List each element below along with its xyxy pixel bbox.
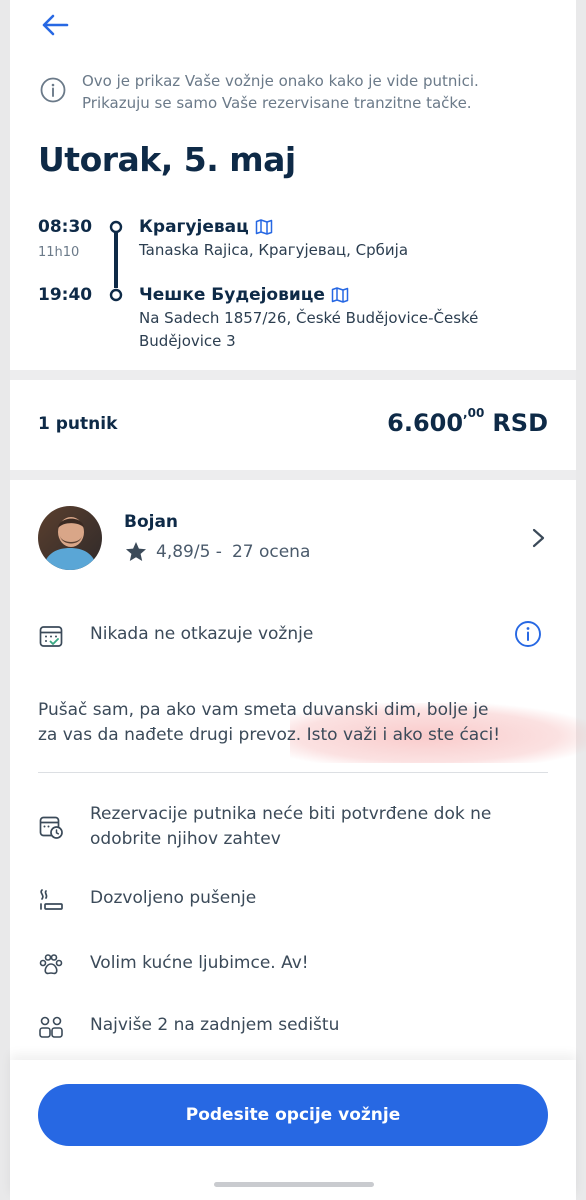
star-icon (126, 542, 146, 561)
price-amount: 6.600 (387, 409, 464, 437)
paw-icon (39, 954, 63, 975)
back-seat-text: Najviše 2 na zadnjem sedištu (90, 1015, 340, 1035)
section-divider (10, 470, 576, 480)
chevron-right-icon (532, 528, 545, 548)
arrival-city: Чешке Будејовице (139, 285, 349, 305)
section-divider (10, 370, 576, 380)
arrival-address-line-2: Budějovice 3 (139, 332, 236, 350)
arrival-time: 19:40 (38, 285, 93, 305)
divider (38, 772, 548, 773)
price-row: 1 putnik 6.600,00 RSD (38, 400, 548, 452)
driver-name: Bojan (124, 512, 179, 532)
pets-row: Volim kućne ljubimce. Av! (38, 951, 548, 978)
pets-text: Volim kućne ljubimce. Av! (90, 953, 309, 973)
approval-required-row: Rezervacije putnika neće biti potvrđene … (38, 802, 548, 852)
driver-rating: 4,89/5 - 27 ocena (124, 540, 310, 564)
two-passengers-icon (39, 1016, 63, 1038)
arrival-city-label: Чешке Будејовице (139, 285, 325, 305)
back-seat-row: Najviše 2 na zadnjem sedištu (38, 1013, 548, 1040)
home-indicator (214, 1182, 374, 1187)
calendar-check-icon (39, 626, 63, 647)
edit-ride-options-button[interactable]: Podesite opcije vožnje (38, 1084, 548, 1146)
smoking-text: Dozvoljeno pušenje (90, 888, 257, 908)
info-text: Ovo je prikaz Vaše vožnje onako kako je … (82, 70, 479, 114)
info-line-1: Ovo je prikaz Vaše vožnje onako kako je … (82, 72, 479, 90)
bio-line-1: Pušač sam, pa ako vam smeta duvanski dim… (38, 700, 489, 720)
trip-date: Utorak, 5. maj (38, 140, 296, 179)
bio-line-2: za vas da nađete drugi prevoz. Isto važi… (38, 725, 501, 745)
info-line-2: Prikazuju se samo Vaše rezervisane tranz… (82, 94, 472, 112)
departure-city-label: Крагујевац (139, 217, 249, 237)
approval-text: Rezervacije putnika neće biti potvrđene … (90, 802, 491, 852)
departure-city: Крагујевац (139, 217, 273, 237)
calendar-clock-icon (39, 816, 63, 839)
driver-bio: Pušač sam, pa ako vam smeta duvanski dim… (38, 698, 548, 748)
arrow-left-icon (42, 14, 69, 36)
map-icon[interactable] (255, 218, 273, 236)
review-count: 27 ocena (231, 542, 311, 562)
info-circle-icon (40, 77, 66, 103)
never-cancels-row: Nikada ne otkazuje vožnje (38, 620, 548, 649)
trip-duration: 11h10 (38, 245, 80, 260)
arrival-address-line-1: Na Sadech 1857/26, České Budějovice-Česk… (139, 309, 479, 327)
trip-price: 6.600,00 RSD (387, 406, 548, 437)
departure-time: 08:30 (38, 217, 93, 237)
departure-address: Tanaska Rajica, Крагујевац, Србија (139, 241, 409, 259)
trip-preview-screen: Ovo je prikaz Vaše vožnje onako kako je … (10, 0, 586, 1200)
arrival-address: Na Sadech 1857/26, České Budějovice-Česk… (139, 307, 519, 353)
price-currency: RSD (492, 409, 548, 437)
smoking-icon (40, 889, 63, 910)
route-timeline (109, 220, 123, 302)
rating-value: 4,89/5 - (156, 542, 222, 562)
back-button[interactable] (38, 8, 72, 42)
price-cents: ,00 (463, 406, 485, 420)
smoking-allowed-row: Dozvoljeno pušenje (38, 886, 548, 913)
never-cancels-text: Nikada ne otkazuje vožnje (90, 624, 314, 644)
passenger-count: 1 putnik (38, 414, 118, 434)
approval-line-2: odobrite njihov zahtev (90, 829, 281, 849)
driver-photo (38, 506, 102, 570)
avatar (38, 506, 102, 570)
map-icon[interactable] (331, 286, 349, 304)
info-circle-icon[interactable] (514, 620, 542, 648)
bottom-action-bar: Podesite opcije vožnje (10, 1060, 576, 1200)
approval-line-1: Rezervacije putnika neće biti potvrđene … (90, 804, 492, 824)
info-notice: Ovo je prikaz Vaše vožnje onako kako je … (40, 70, 560, 114)
driver-profile-row[interactable]: Bojan 4,89/5 - 27 ocena (38, 506, 548, 576)
